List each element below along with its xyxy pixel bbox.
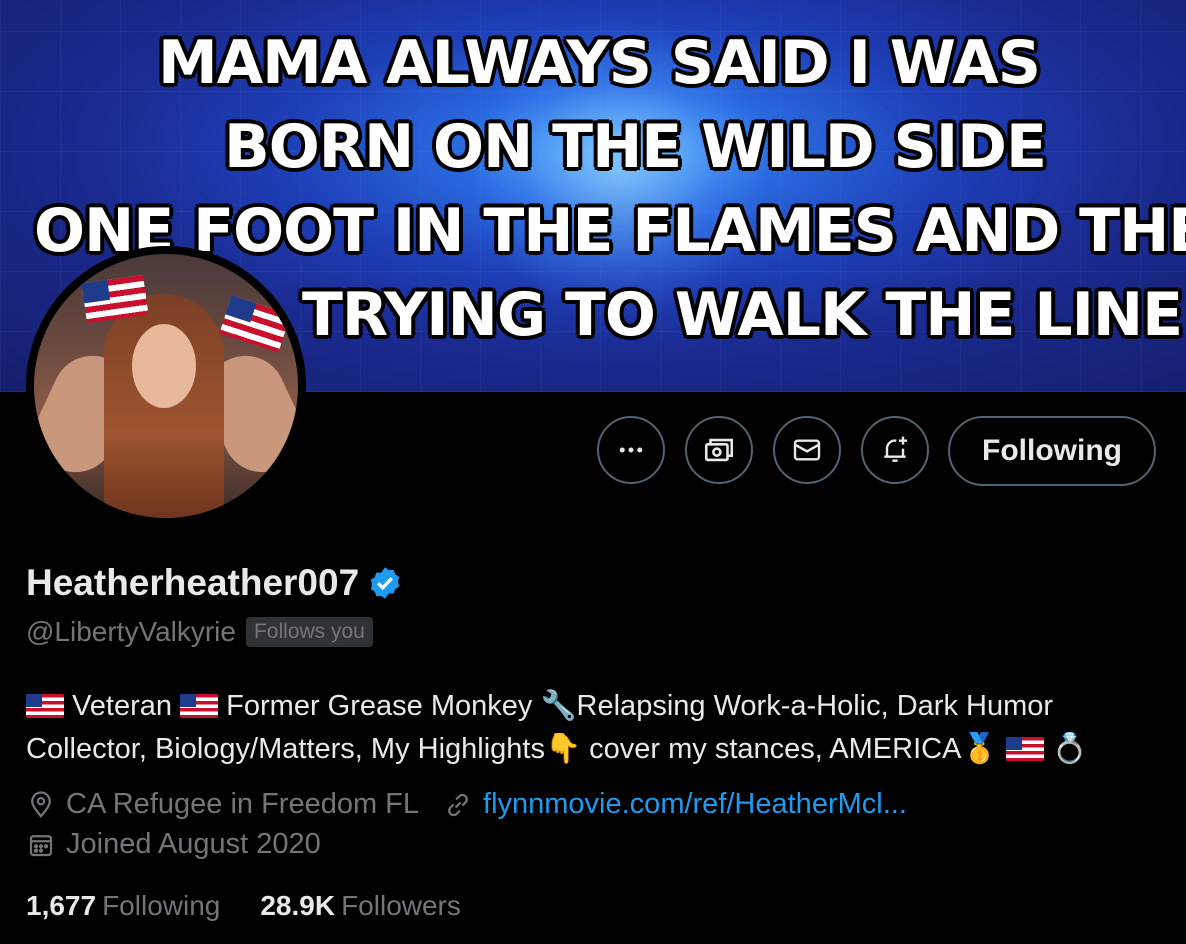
more-button[interactable] (597, 416, 665, 484)
bio-text: Collector, Biology/Matters, My Highlight… (26, 733, 545, 765)
display-name: Heatherheather007 (26, 562, 360, 603)
location-text: CA Refugee in Freedom FL (66, 788, 420, 820)
us-flag-right (219, 295, 291, 353)
handle-row: @LibertyValkyrie Follows you (26, 616, 373, 648)
banner-text-line-1: MAMA ALWAYS SAID I WAS (158, 28, 1041, 98)
followers-count: 28.9K (260, 890, 336, 921)
tip-button[interactable] (685, 416, 753, 484)
bio-line-2: Collector, Biology/Matters, My Highlight… (26, 727, 1166, 770)
following-label: Following (102, 890, 221, 921)
verified-badge-icon[interactable] (367, 565, 403, 601)
us-flag-left (81, 274, 149, 324)
bell-plus-icon (884, 436, 907, 462)
bio: Veteran Former Grease Monkey 🔧Relapsing … (26, 684, 1166, 770)
profile-meta-row-1: CA Refugee in Freedom FL flynnmovie.com/… (26, 788, 907, 821)
avatar-photo (34, 254, 298, 518)
following-button[interactable]: Following (948, 416, 1156, 486)
envelope-icon (793, 439, 821, 461)
bio-text: Former Grease Monkey (226, 690, 533, 722)
us-flag-emoji (26, 694, 64, 718)
follows-you-badge: Follows you (245, 617, 373, 647)
profile-avatar[interactable] (26, 246, 306, 526)
profile-website-link[interactable]: flynnmovie.com/ref/HeatherMcl... (483, 788, 907, 821)
us-flag-emoji (1005, 737, 1044, 761)
bio-line-1: Veteran Former Grease Monkey 🔧Relapsing … (26, 684, 1166, 727)
tip-money-icon (704, 438, 734, 462)
location-icon (31, 790, 51, 818)
name-row: Heatherheather007 (26, 562, 403, 604)
joined-date: Joined August 2020 (66, 828, 321, 860)
banner-text-line-2: BORN ON THE WILD SIDE (224, 112, 1047, 182)
wrench-icon: 🔧 (540, 688, 577, 722)
notifications-button[interactable] (861, 416, 929, 484)
bio-text: Relapsing Work-a-Holic, Dark Humor (576, 690, 1054, 722)
ring-icon: 💍 (1051, 731, 1088, 765)
avatar-face (132, 324, 196, 408)
calendar-icon (29, 834, 53, 856)
message-button[interactable] (773, 416, 841, 484)
following-count-link[interactable]: 1,677 Following (26, 890, 220, 922)
following-count: 1,677 (26, 890, 97, 921)
followers-count-link[interactable]: 28.9K Followers (260, 890, 461, 922)
follow-stats: 1,677 Following 28.9K Followers (26, 890, 461, 922)
medal-icon: 🥇 (961, 731, 998, 765)
link-icon (448, 793, 468, 816)
profile-meta-row-2: Joined August 2020 (26, 828, 321, 861)
handle: @LibertyValkyrie (26, 616, 236, 647)
more-icon (619, 447, 643, 453)
bio-text: cover my stances, AMERICA (589, 733, 962, 765)
bio-text: Veteran (72, 690, 173, 722)
us-flag-emoji (180, 694, 219, 718)
pointing-down-icon: 👇 (544, 731, 582, 765)
followers-label: Followers (341, 890, 461, 921)
banner-text-line-4: TRYING TO WALK THE LINE (302, 280, 1183, 350)
